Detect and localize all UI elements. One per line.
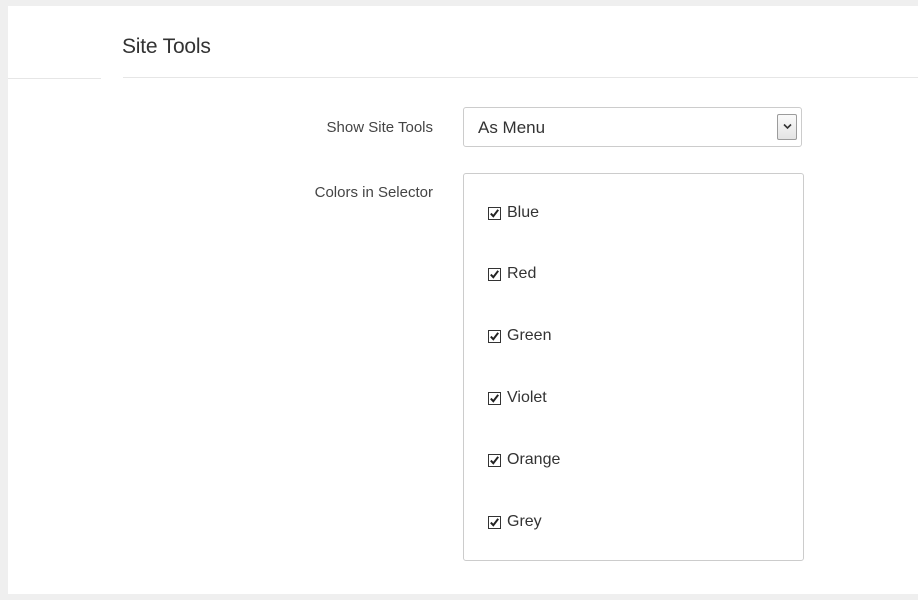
- color-option-grey[interactable]: Grey: [488, 512, 542, 532]
- settings-panel: Site Tools Show Site Tools As Menu Color…: [8, 6, 918, 594]
- show-site-tools-select[interactable]: As Menu: [463, 107, 802, 147]
- divider: [8, 78, 101, 79]
- colors-in-selector-label: Colors in Selector: [314, 184, 433, 201]
- checkbox[interactable]: [488, 329, 501, 343]
- checkbox-label: Grey: [507, 513, 542, 530]
- color-option-orange[interactable]: Orange: [488, 450, 560, 470]
- chevron-down-icon: [783, 123, 792, 130]
- color-option-red[interactable]: Red: [488, 264, 536, 284]
- color-option-blue[interactable]: Blue: [488, 203, 539, 223]
- checkbox-label: Orange: [507, 451, 561, 468]
- divider: [123, 77, 918, 78]
- checkbox[interactable]: [488, 391, 501, 405]
- checkmark-icon: [490, 393, 499, 403]
- color-option-violet[interactable]: Violet: [488, 388, 547, 408]
- checkbox[interactable]: [488, 515, 501, 529]
- checkbox-label: Red: [507, 265, 537, 282]
- section-title: Site Tools: [122, 35, 211, 58]
- checkbox-label: Blue: [507, 204, 540, 221]
- color-option-green[interactable]: Green: [488, 326, 551, 346]
- checkbox[interactable]: [488, 206, 501, 220]
- checkmark-icon: [490, 269, 499, 279]
- checkmark-icon: [490, 455, 499, 465]
- checkbox[interactable]: [488, 453, 501, 467]
- show-site-tools-label: Show Site Tools: [326, 119, 433, 136]
- checkbox-label: Green: [507, 327, 552, 344]
- colors-checkbox-list: Blue Red Green Violet Orange Grey: [463, 173, 804, 561]
- checkbox[interactable]: [488, 267, 501, 281]
- select-value: As Menu: [478, 118, 546, 137]
- checkmark-icon: [490, 331, 499, 341]
- checkmark-icon: [490, 517, 499, 527]
- checkmark-icon: [490, 208, 499, 218]
- checkbox-label: Violet: [507, 389, 547, 406]
- dropdown-button[interactable]: [777, 114, 797, 140]
